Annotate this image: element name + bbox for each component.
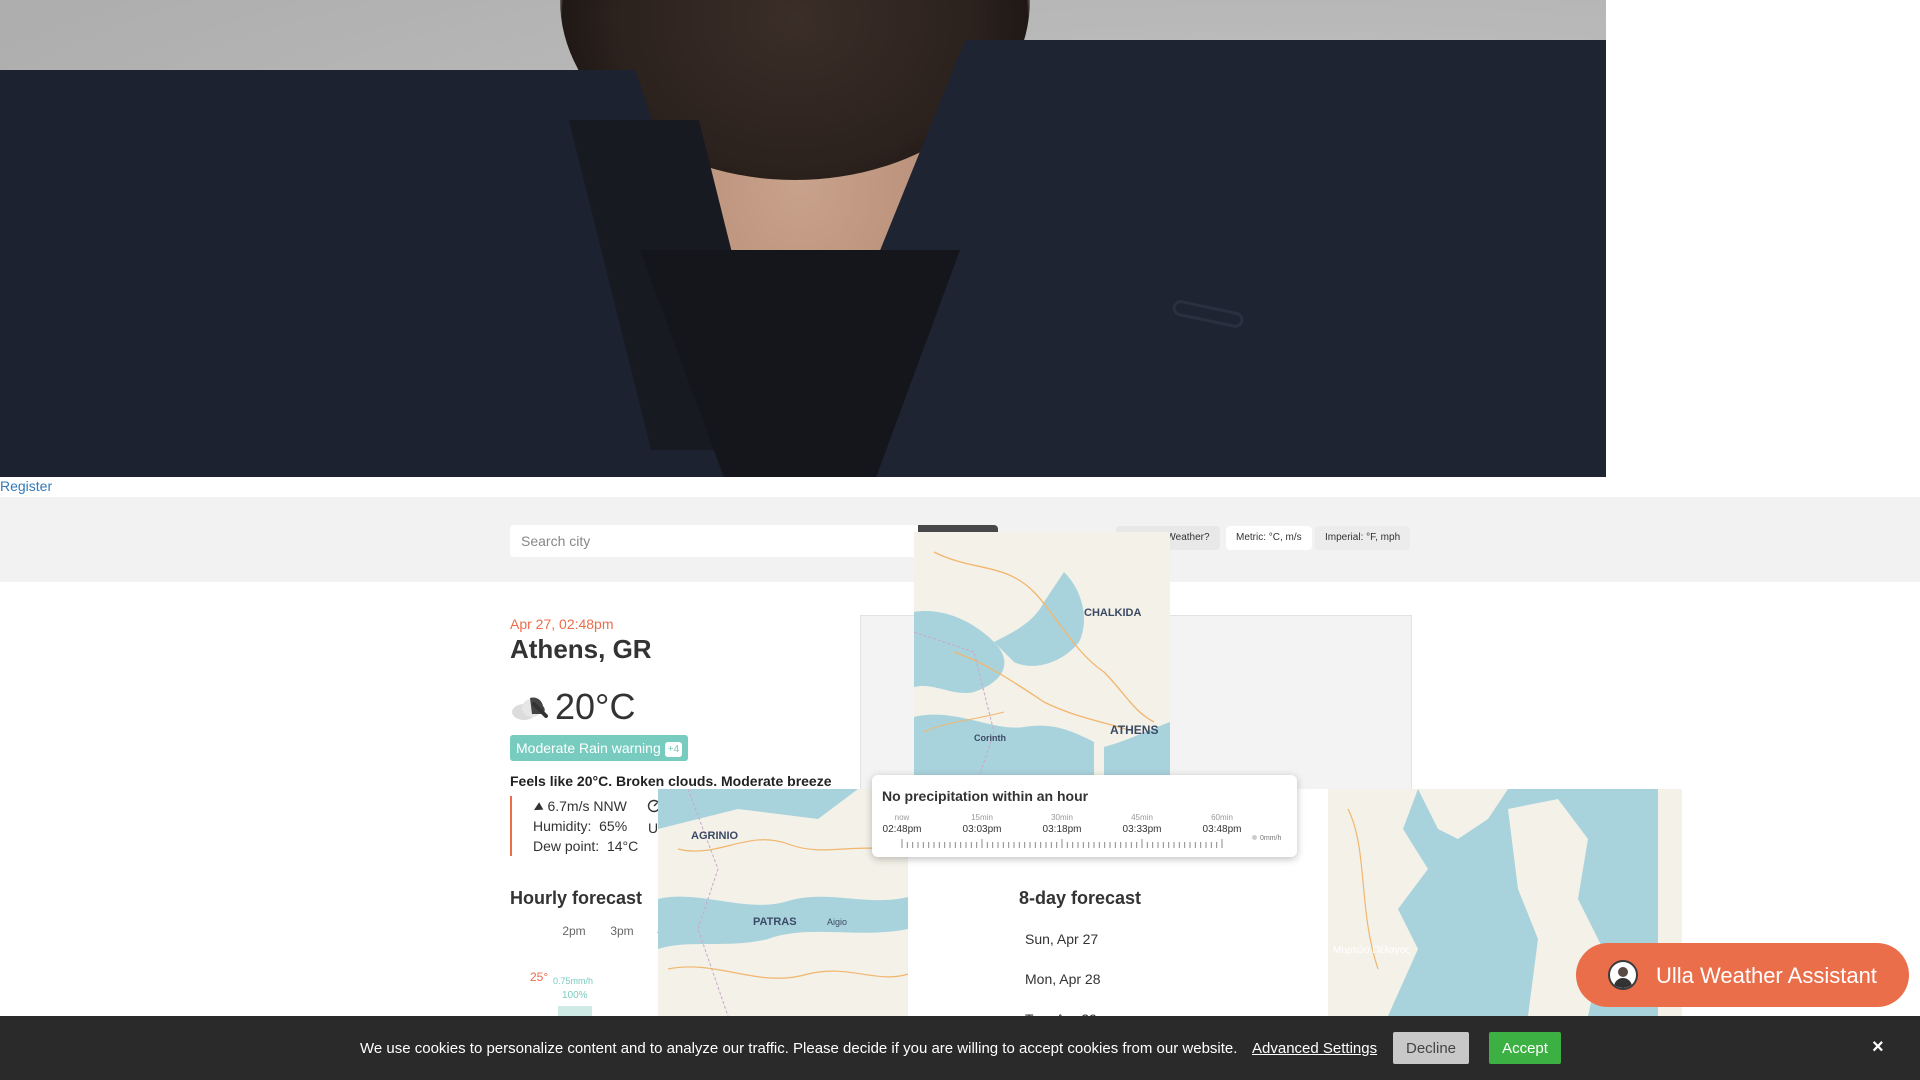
city-name: Athens, GR [510, 634, 652, 664]
time-label: 03:48pm [1202, 824, 1242, 835]
wind-row: ◀ 6.7m/s NNW [530, 798, 627, 816]
minute-label: now [894, 813, 910, 822]
legend-value: 0mm/h [1260, 835, 1282, 842]
precipitation-popup: No precipitation within an hour now 15mi… [872, 775, 1297, 857]
dew-point-row: Dew point: 14°C [533, 838, 638, 854]
precipitation-timeline [901, 839, 1223, 848]
hourly-forecast-title: Hourly forecast [510, 888, 643, 908]
hour-label: 3pm [610, 924, 634, 938]
advanced-settings-link[interactable]: Advanced Settings [1252, 1040, 1377, 1057]
humidity-label: Humidity: [533, 818, 592, 834]
weather-alert-badge[interactable]: Moderate Rain warning +4 [510, 735, 689, 761]
broken-clouds-rain-icon [512, 697, 548, 720]
page: Register Different Weather? Metric: °C, … [0, 0, 1920, 1080]
time-label: 02:48pm [882, 824, 922, 835]
register-link[interactable]: Register [0, 478, 52, 494]
assistant-avatar [1608, 960, 1638, 990]
hourly-temp: 25° [530, 970, 549, 984]
dew-point-value: 14°C [606, 838, 639, 854]
humidity-value: 65% [599, 818, 628, 834]
precipitation-legend: 0mm/h [1252, 835, 1281, 842]
alert-count: +4 [664, 741, 683, 757]
minute-label: 15min [971, 813, 993, 822]
time-label: 03:18pm [1042, 824, 1082, 835]
precipitation-title: No precipitation within an hour [882, 788, 1089, 804]
weather-summary: Feels like 20°C. Broken clouds. Moderate… [510, 773, 832, 789]
cookie-message: We use cookies to personalize content an… [360, 1040, 1238, 1057]
hour-label: 2pm [562, 924, 586, 938]
current-datetime: Apr 27, 02:48pm [510, 616, 614, 632]
map-label-chalkida: CHALKIDA [1084, 607, 1141, 619]
metric-units-toggle[interactable]: Metric: °C, m/s [1226, 526, 1312, 550]
accept-button[interactable]: Accept [1489, 1032, 1561, 1064]
close-icon[interactable]: × [1872, 1036, 1884, 1059]
current-temperature: 20°C [555, 686, 636, 727]
wind-direction-icon: ◀ [530, 800, 545, 816]
minute-label: 60min [1211, 813, 1233, 822]
time-label: 03:33pm [1122, 824, 1162, 835]
decline-button[interactable]: Decline [1393, 1032, 1469, 1064]
weather-details: ◀ 6.7m/s NNW Humidity: 65% Dew point: 14°… [510, 796, 670, 856]
assistant-label: Ulla Weather Assistant [1656, 963, 1877, 988]
dew-point-label: Dew point: [533, 838, 600, 854]
hero-photo [0, 0, 1606, 477]
search-city-input[interactable] [510, 525, 920, 557]
hourly-rain-probability: 100% [562, 990, 588, 1001]
weather-map-athens[interactable]: CHALKIDA ATHENS Corinth [914, 532, 1170, 792]
imperial-units-toggle[interactable]: Imperial: °F, mph [1315, 526, 1411, 550]
time-label: 03:03pm [962, 824, 1002, 835]
weather-assistant-button[interactable]: Ulla Weather Assistant [1576, 943, 1909, 1007]
wind-value: 6.7m/s NNW [547, 798, 627, 814]
cookie-banner: We use cookies to personalize content an… [0, 1016, 1920, 1080]
hourly-rain-amount: 0.75mm/h [553, 976, 594, 986]
map-label-athens: ATHENS [1110, 723, 1158, 737]
alert-text: Moderate Rain warning [516, 740, 661, 756]
minute-label: 45min [1131, 813, 1153, 822]
daily-row[interactable]: Sun, Apr 27 [1025, 931, 1098, 947]
minute-label: 30min [1051, 813, 1073, 822]
daily-forecast-title: 8-day forecast [1019, 888, 1142, 908]
map-label-corinth: Corinth [974, 733, 1006, 743]
daily-row[interactable]: Mon, Apr 28 [1025, 971, 1101, 987]
humidity-row: Humidity: 65% [533, 818, 627, 834]
